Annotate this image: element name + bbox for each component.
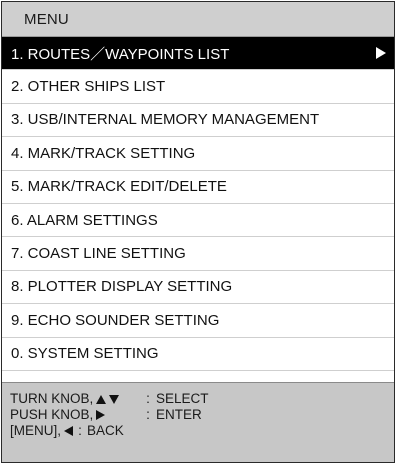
menu-item-plotter-display-setting[interactable]: 8. PLOTTER DISPLAY SETTING (2, 271, 394, 305)
menu-item-alarm-settings[interactable]: 6. ALARM SETTINGS (2, 204, 394, 238)
menu-item-label: 1. ROUTES／WAYPOINTS LIST (11, 45, 230, 63)
menu-item-mark-track-setting[interactable]: 4. MARK/TRACK SETTING (2, 137, 394, 171)
help-row-back: [MENU], : BACK (10, 423, 394, 439)
help-key-label: TURN KNOB, (10, 391, 94, 406)
menu-item-other-ships-list[interactable]: 2. OTHER SHIPS LIST (2, 70, 394, 104)
menu-header: MENU (2, 2, 394, 37)
triangle-right-icon (376, 47, 386, 60)
menu-list: 1. ROUTES／WAYPOINTS LIST 2. OTHER SHIPS … (2, 37, 394, 371)
help-key-label: [MENU], (10, 423, 62, 438)
triangle-up-icon (96, 394, 107, 404)
help-panel: TURN KNOB, : SELECT PUSH KNOB, : ENTER [… (2, 382, 394, 462)
help-action: ENTER (156, 407, 202, 422)
help-action: SELECT (156, 391, 209, 406)
menu-item-coast-line-setting[interactable]: 7. COAST LINE SETTING (2, 237, 394, 271)
menu-item-system-setting[interactable]: 0. SYSTEM SETTING (2, 338, 394, 371)
menu-item-label: 2. OTHER SHIPS LIST (11, 78, 166, 96)
help-action: BACK (87, 423, 124, 438)
help-key: [MENU], (10, 423, 74, 439)
help-separator: : (146, 407, 150, 422)
menu-window: MENU 1. ROUTES／WAYPOINTS LIST 2. OTHER S… (1, 1, 395, 463)
menu-title: MENU (24, 10, 69, 28)
menu-item-mark-track-edit-delete[interactable]: 5. MARK/TRACK EDIT/DELETE (2, 171, 394, 204)
triangle-right-icon (96, 410, 106, 420)
menu-item-label: 8. PLOTTER DISPLAY SETTING (11, 278, 233, 296)
menu-item-routes-waypoints-list[interactable]: 1. ROUTES／WAYPOINTS LIST (2, 37, 394, 71)
help-separator: : (146, 391, 150, 406)
triangle-left-icon (64, 426, 74, 436)
menu-item-label: 0. SYSTEM SETTING (11, 345, 159, 363)
menu-item-label: 6. ALARM SETTINGS (11, 211, 158, 229)
menu-item-label: 9. ECHO SOUNDER SETTING (11, 311, 220, 329)
help-row-select: TURN KNOB, : SELECT (10, 391, 394, 407)
help-key: PUSH KNOB, (10, 407, 140, 423)
menu-item-label: 3. USB/INTERNAL MEMORY MANAGEMENT (11, 111, 320, 129)
menu-item-label: 4. MARK/TRACK SETTING (11, 144, 196, 162)
menu-item-label: 7. COAST LINE SETTING (11, 245, 186, 263)
triangle-down-icon (109, 394, 120, 404)
help-row-enter: PUSH KNOB, : ENTER (10, 407, 394, 423)
help-key: TURN KNOB, (10, 391, 140, 407)
help-key-label: PUSH KNOB, (10, 407, 94, 422)
menu-item-usb-internal-memory-management[interactable]: 3. USB/INTERNAL MEMORY MANAGEMENT (2, 104, 394, 138)
help-separator: : (78, 423, 82, 438)
menu-item-label: 5. MARK/TRACK EDIT/DELETE (11, 178, 227, 196)
menu-item-echo-sounder-setting[interactable]: 9. ECHO SOUNDER SETTING (2, 304, 394, 338)
